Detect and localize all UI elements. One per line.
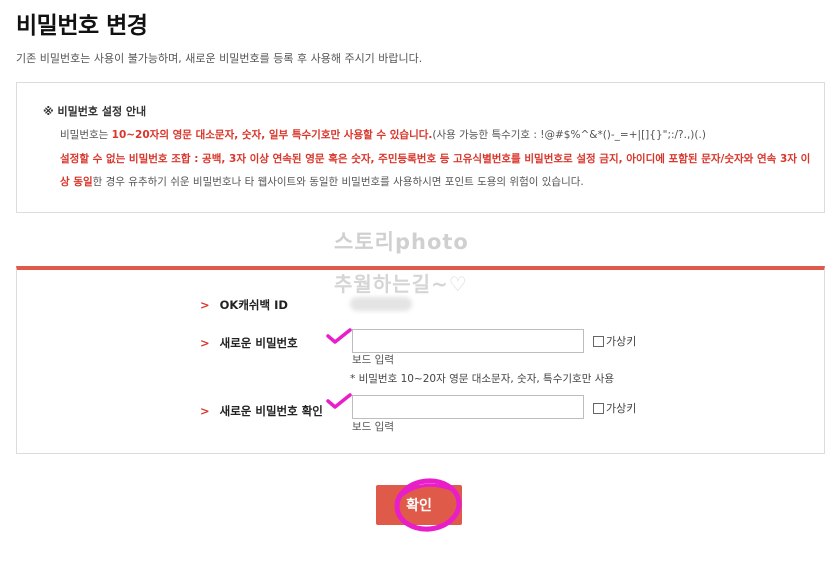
new-password-label-text: 새로운 비밀번호 [219, 336, 298, 350]
password-guide-box: ※ 비밀번호 설정 안내 비밀번호는 10~20자의 영문 대소문자, 숫자, … [16, 82, 825, 213]
confirm-password-virtual-keyboard-toggle[interactable]: 가상키 [593, 400, 636, 416]
chevron-right-icon: > [200, 298, 210, 312]
new-password-keyboard-hint: 보드 입력 [352, 354, 394, 366]
guide-line-3-emphasis: 상 동일 [60, 176, 93, 188]
virtual-keyboard-label: 가상키 [606, 402, 637, 415]
guide-line-1-prefix: 비밀번호는 [60, 129, 112, 141]
confirm-password-input[interactable] [352, 395, 584, 419]
guide-line-2: 설정할 수 없는 비밀번호 조합 : 공백, 3자 이상 연속된 영문 혹은 숫… [60, 152, 810, 166]
confirm-password-label: > 새로운 비밀번호 확인 [200, 403, 323, 419]
id-label-text: OK캐쉬백 ID [219, 298, 288, 312]
guide-line-3-text: 한 경우 유추하기 쉬운 비밀번호나 타 웹사이트와 동일한 비밀번호를 사용하… [92, 176, 584, 188]
new-password-virtual-keyboard-toggle[interactable]: 가상키 [593, 333, 636, 349]
chevron-right-icon: > [200, 336, 210, 350]
checkbox-icon [593, 335, 604, 347]
page-title: 비밀번호 변경 [16, 13, 148, 39]
watermark-line-2: 추월하는길~♡ [334, 272, 468, 296]
guide-line-3: 상 동일한 경우 유추하기 쉬운 비밀번호나 타 웹사이트와 동일한 비밀번호를… [60, 175, 584, 189]
watermark-line-1: 스토리photo [334, 230, 469, 254]
confirm-button[interactable]: 확인 [376, 485, 462, 525]
password-rule-note: * 비밀번호 10~20자 영문 대소문자, 숫자, 특수기호만 사용 [350, 373, 615, 385]
guide-line-1: 비밀번호는 10~20자의 영문 대소문자, 숫자, 일부 특수기호만 사용할 … [60, 128, 706, 142]
confirm-password-label-text: 새로운 비밀번호 확인 [219, 404, 323, 418]
guide-line-2-emphasis: 설정할 수 없는 비밀번호 조합 : 공백, 3자 이상 연속된 영문 혹은 숫… [60, 153, 811, 165]
new-password-label: > 새로운 비밀번호 [200, 335, 298, 351]
chevron-right-icon: > [200, 404, 210, 418]
id-label: > OK캐쉬백 ID [200, 297, 288, 313]
guide-line-1-emphasis: 10~20자의 영문 대소문자, 숫자, 일부 특수기호만 사용할 수 있습니다… [111, 129, 433, 141]
virtual-keyboard-label: 가상키 [606, 335, 637, 348]
guide-line-1-special-chars: (사용 가능한 특수기호 : !@#$%^&*()-_=+|[]{}";:/?.… [432, 129, 706, 141]
highlight-check-mark [326, 393, 352, 409]
id-value-blurred [350, 297, 412, 311]
guide-heading: ※ 비밀번호 설정 안내 [43, 105, 147, 118]
new-password-input[interactable] [352, 329, 584, 353]
checkbox-icon [593, 402, 604, 414]
page-subtitle: 기존 비밀번호는 사용이 불가능하며, 새로운 비밀번호를 등록 후 사용해 주… [16, 52, 423, 65]
confirm-password-keyboard-hint: 보드 입력 [352, 421, 394, 433]
highlight-check-mark [326, 328, 352, 344]
